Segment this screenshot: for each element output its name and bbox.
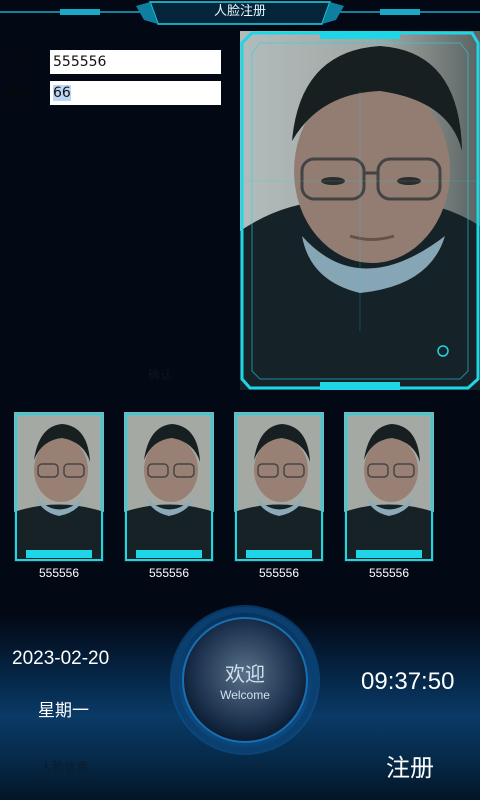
name-field[interactable]: 66 (50, 81, 221, 105)
face-camera-preview-icon (240, 31, 480, 390)
time-display: 09:37:50 (361, 668, 455, 695)
face-thumbnail[interactable] (234, 412, 324, 562)
employee-id-value: 555556 (53, 54, 107, 70)
thumbnail-name: 555556 (148, 566, 190, 580)
face-thumbnail[interactable] (14, 412, 104, 562)
name-label: 姓名 (6, 85, 33, 100)
weekday-display: 星期一 (38, 701, 89, 721)
employee-id-label: 工号 (6, 54, 33, 69)
employee-id-field[interactable]: 555556 (50, 50, 221, 74)
face-thumbnail-image (14, 412, 104, 562)
welcome-subtext: Welcome (220, 688, 270, 702)
camera-preview (240, 31, 480, 390)
page-title: 人脸注册 (213, 4, 266, 19)
date-display: 2023-02-20 (12, 648, 110, 669)
employee-id-row: 工号 555556 (0, 50, 230, 74)
face-thumbnail-image (124, 412, 214, 562)
face-thumbnail[interactable] (124, 412, 214, 562)
face-thumbnail-image (344, 412, 434, 562)
welcome-text: 欢迎 (225, 662, 265, 686)
thumbnail-name: 555556 (258, 566, 300, 580)
name-row: 姓名 66 (0, 81, 230, 105)
thumbnail-name: 555556 (368, 566, 410, 580)
header-bar: 人脸注册 (0, 0, 480, 26)
face-thumbnail-image (234, 412, 324, 562)
thumbnail-name: 555556 (38, 566, 80, 580)
name-value: 66 (53, 85, 71, 101)
face-info-link[interactable]: 人脸信息 (40, 758, 88, 775)
face-thumbnail[interactable] (344, 412, 434, 562)
register-button[interactable]: 注册 (386, 748, 434, 783)
confirm-label[interactable]: 确认 (148, 366, 172, 383)
